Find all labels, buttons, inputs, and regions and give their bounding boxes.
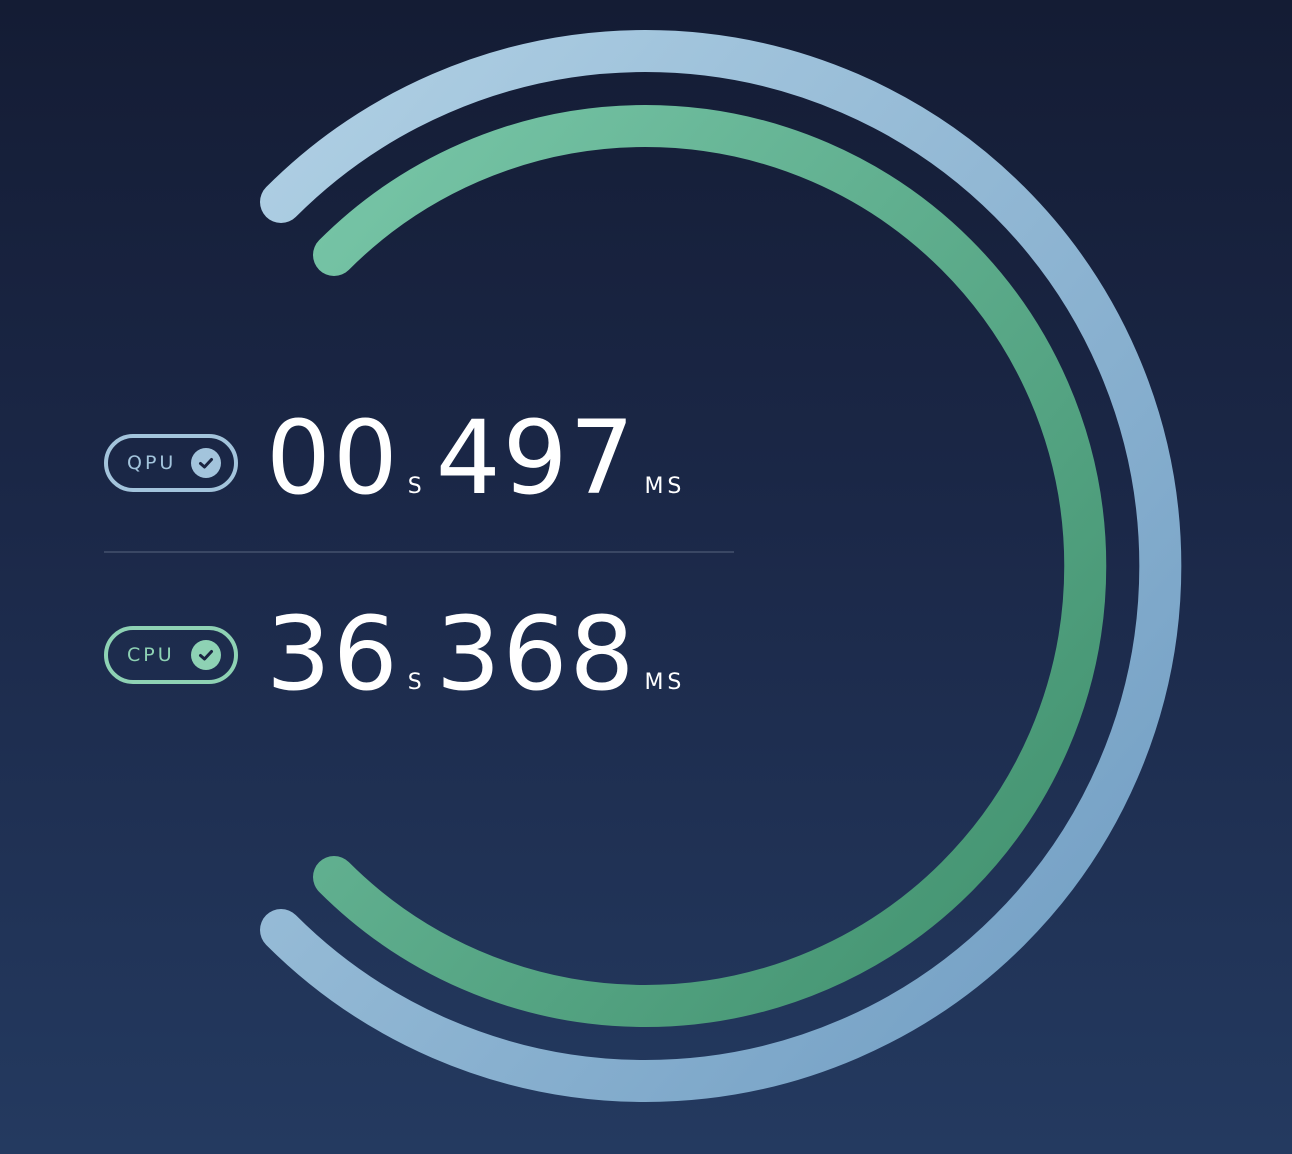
qpu-seconds: 00	[266, 399, 400, 518]
qpu-badge[interactable]: QPU	[104, 434, 238, 492]
qpu-milliseconds: 497	[435, 399, 637, 518]
progress-rings	[260, 30, 1182, 1102]
qpu-seconds-unit: S	[407, 474, 426, 499]
cpu-elapsed-time: 36 S 368 MS	[266, 600, 695, 710]
timer-divider	[104, 551, 734, 553]
cpu-seconds-unit: S	[407, 670, 426, 695]
cpu-badge[interactable]: CPU	[104, 626, 238, 684]
cpu-seconds: 36	[266, 595, 400, 714]
cpu-milliseconds: 368	[435, 595, 637, 714]
cpu-milliseconds-unit: MS	[644, 670, 686, 695]
qpu-badge-label: QPU	[127, 452, 177, 474]
cpu-ring	[313, 105, 1107, 1027]
qpu-elapsed-time: 00 S 497 MS	[266, 404, 695, 514]
check-circle-icon	[191, 448, 221, 478]
cpu-badge-label: CPU	[127, 644, 175, 666]
qpu-milliseconds-unit: MS	[644, 474, 686, 499]
check-circle-icon	[191, 640, 221, 670]
